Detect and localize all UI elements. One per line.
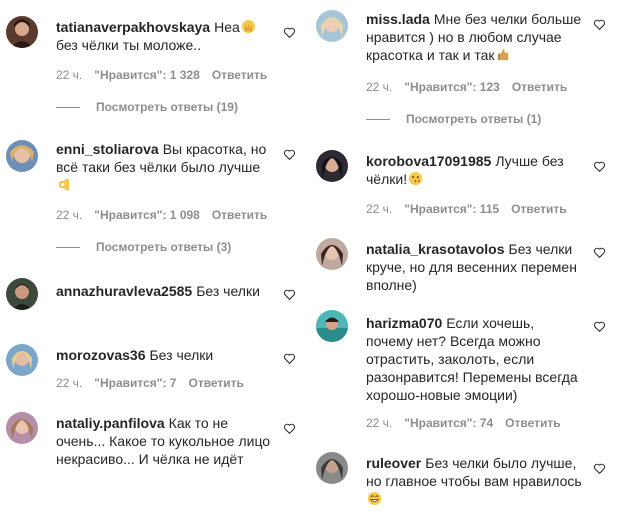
divider-line [366,119,390,121]
avatar[interactable] [6,16,38,48]
comment-body-line2: без чёлки ты моложе.. [56,37,202,53]
comment-likes[interactable]: "Нравится": 123 [404,80,500,94]
comment-username[interactable]: ruleover [366,455,421,471]
comment-meta: 22 ч. "Нравится": 115 Ответить [366,202,579,216]
view-replies-label: Посмотреть ответы (1) [406,112,542,126]
comment-meta: 22 ч. "Нравится": 7 Ответить [56,376,256,390]
kiss-face-emoji-icon [408,171,423,186]
comment-text: morozovas36 Без челки [56,346,272,364]
reply-button[interactable]: Ответить [188,376,243,390]
heart-outline-icon[interactable] [593,160,607,174]
comment-body: Без челки [149,347,214,363]
reply-button[interactable]: Ответить [505,416,560,430]
heart-outline-icon[interactable] [593,462,607,476]
comment-username[interactable]: morozovas36 [56,347,145,363]
heart-outline-icon[interactable] [283,288,297,302]
heart-outline-icon[interactable] [283,148,297,162]
comment-time[interactable]: 22 ч. [56,208,82,222]
avatar[interactable] [6,412,38,444]
avatar[interactable] [316,10,348,42]
comment-likes[interactable]: "Нравится": 1 328 [94,68,200,82]
view-replies-button[interactable]: Посмотреть ответы (19) [56,100,238,114]
comment-likes[interactable]: "Нравится": 1 098 [94,208,200,222]
comment-likes[interactable]: "Нравится": 74 [404,416,493,430]
comment-time[interactable]: 22 ч. [366,202,392,216]
comment-time[interactable]: 22 ч. [56,376,82,390]
heart-outline-icon[interactable] [593,320,607,334]
comment-username[interactable]: annazhuravleva2585 [56,283,192,299]
heart-outline-icon[interactable] [283,26,297,40]
comment-username[interactable]: korobova17091985 [366,153,491,169]
comment-meta: 22 ч. "Нравится": 1 098 Ответить [56,208,279,222]
comment-text: enni_stoliarova Вы красотка, но всё таки … [56,140,272,194]
grinning-face-emoji-icon [367,491,382,506]
comment-text: korobova17091985 Лучше без чёлки! [366,152,582,188]
reply-button[interactable]: Ответить [512,80,567,94]
reply-button[interactable]: Ответить [212,208,267,222]
comment-username[interactable]: harizma070 [366,315,442,331]
heart-outline-icon[interactable] [283,352,297,366]
avatar[interactable] [316,238,348,270]
comment-text: nataliy.panfilova Как то не очень... Како… [56,414,272,468]
view-replies-label: Посмотреть ответы (19) [96,100,238,114]
raised-hands-emoji-icon [241,19,256,34]
comment-time[interactable]: 22 ч. [56,68,82,82]
comment-username[interactable]: miss.lada [366,11,430,27]
comment-username[interactable]: tatianaverpakhovskaya [56,19,210,35]
thumbs-up-emoji-icon [496,47,511,62]
comment-text: annazhuravleva2585 Без челки [56,282,272,300]
heart-outline-icon[interactable] [593,18,607,32]
comment-text: tatianaverpakhovskaya Неа без чёлки ты мо… [56,18,272,54]
comment-text: miss.lada Мне без челки больше нравится )… [366,10,582,64]
avatar[interactable] [316,310,348,342]
comment-time[interactable]: 22 ч. [366,416,392,430]
comment-meta: 22 ч. "Нравится": 74 Ответить [366,416,573,430]
avatar[interactable] [6,140,38,172]
comment-meta: 22 ч. "Нравится": 1 328 Ответить [56,68,279,82]
view-replies-button[interactable]: Посмотреть ответы (3) [56,240,231,254]
comment-likes[interactable]: "Нравится": 7 [94,376,176,390]
divider-line [56,247,80,249]
comment-username[interactable]: enni_stoliarova [56,141,159,157]
heart-outline-icon[interactable] [283,422,297,436]
comment-meta: 22 ч. "Нравится": 123 Ответить [366,80,579,94]
ok-hand-emoji-icon [57,177,72,192]
comment-username[interactable]: natalia_krasotavolos [366,241,505,257]
avatar[interactable] [316,452,348,484]
avatar[interactable] [316,150,348,182]
avatar[interactable] [6,278,38,310]
reply-button[interactable]: Ответить [212,68,267,82]
comment-likes[interactable]: "Нравится": 115 [404,202,499,216]
view-replies-label: Посмотреть ответы (3) [96,240,232,254]
comment-time[interactable]: 22 ч. [366,80,392,94]
comment-text: natalia_krasotavolos Без челки круче, но … [366,240,582,294]
comment-body: Неа [214,19,240,35]
divider-line [56,107,80,109]
comment-body: Без челки [196,283,260,299]
view-replies-button[interactable]: Посмотреть ответы (1) [366,112,541,126]
avatar[interactable] [6,344,38,376]
reply-button[interactable]: Ответить [511,202,566,216]
comment-text: ruleover Без челки было лучше, но главное… [366,454,582,508]
heart-outline-icon[interactable] [593,246,607,260]
comment-text: harizma070 Если хочешь, почему нет? Всегд… [366,314,582,404]
comment-username[interactable]: nataliy.panfilova [56,415,165,431]
